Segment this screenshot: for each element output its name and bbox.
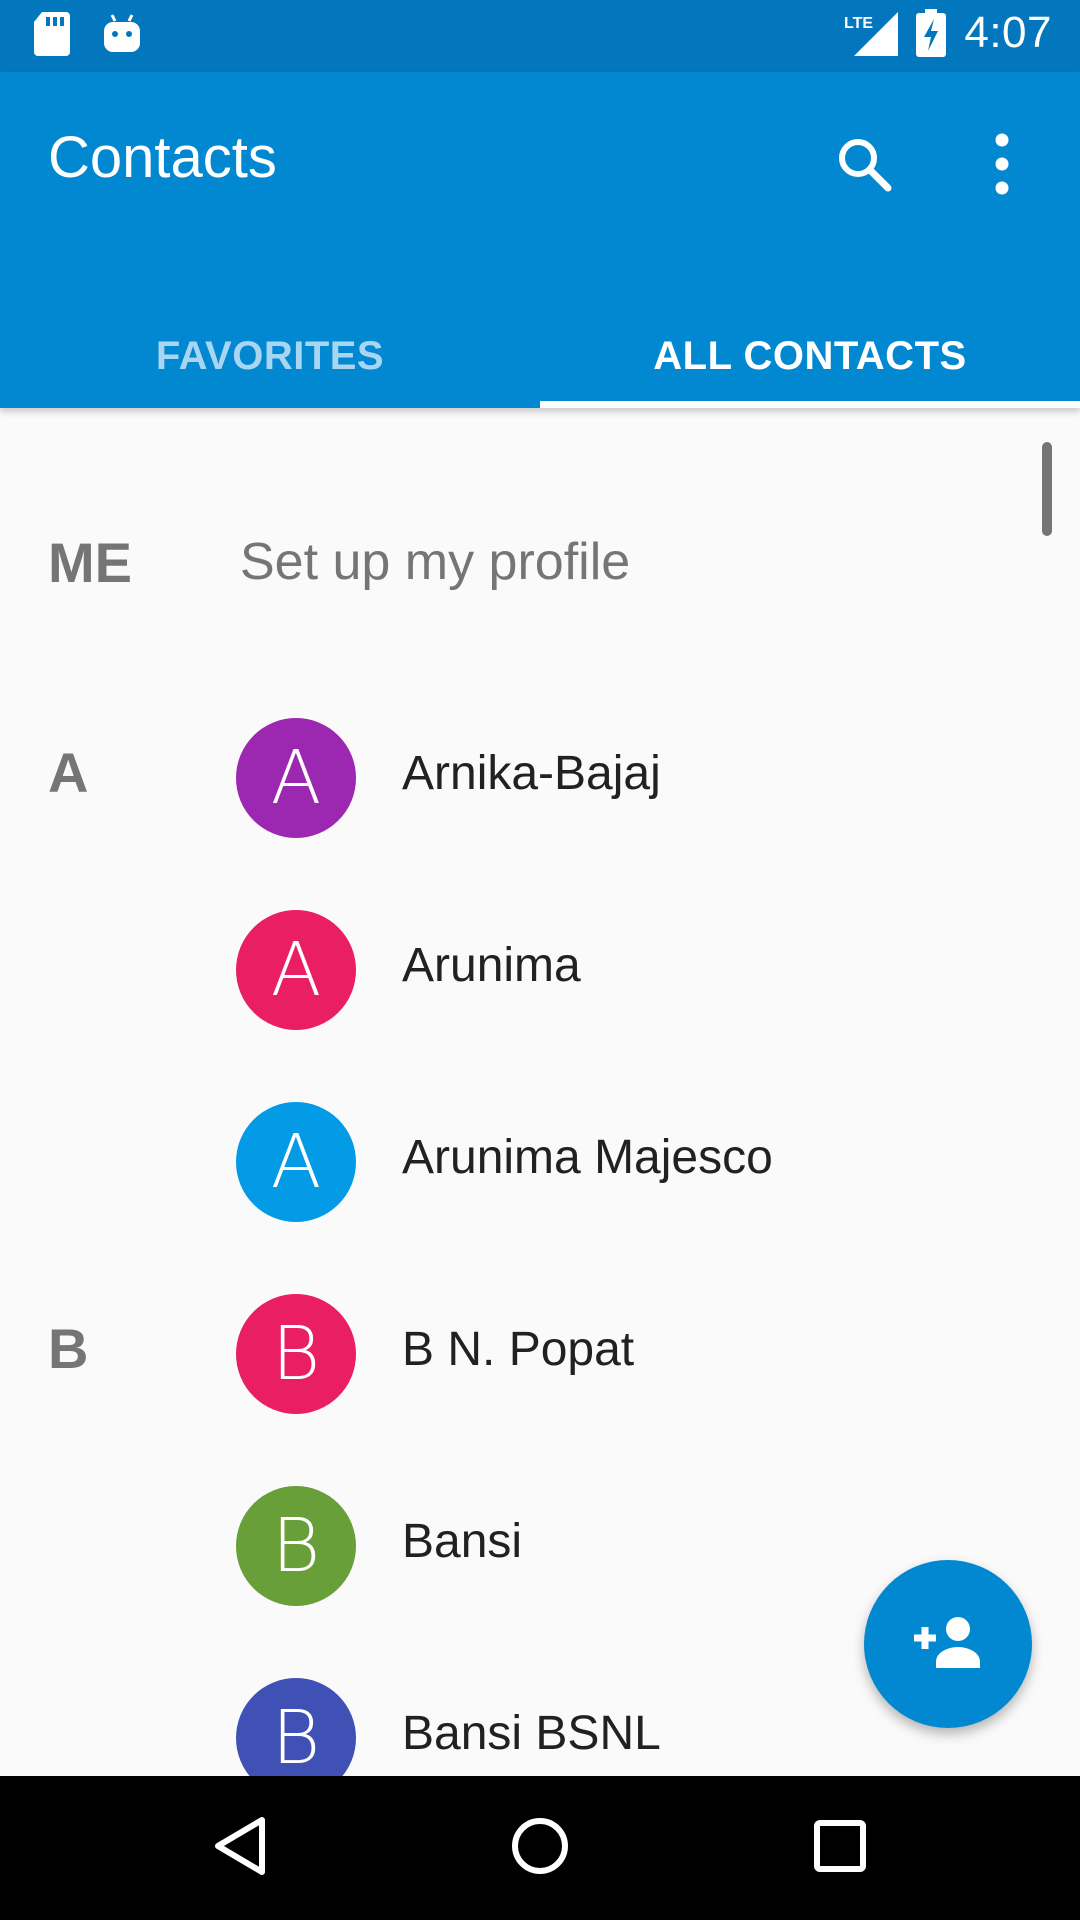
avatar: B — [236, 1294, 356, 1414]
section-header: A — [48, 741, 89, 804]
avatar: B — [236, 1678, 356, 1776]
back-button[interactable] — [200, 1808, 280, 1888]
recents-button[interactable] — [800, 1808, 880, 1888]
contacts-screen: LTE 4:07 Contacts FAVORITES ALL CONTACTS… — [0, 0, 1080, 1920]
avatar: A — [236, 718, 356, 838]
lte-label: LTE — [844, 15, 873, 32]
home-icon — [510, 1816, 570, 1881]
avatar-initial: A — [270, 1119, 322, 1205]
navigation-bar — [0, 1776, 1080, 1920]
tab-all-contacts[interactable]: ALL CONTACTS — [540, 304, 1080, 408]
list-item[interactable]: A Arunima — [0, 874, 1080, 1066]
avatar-initial: A — [270, 735, 322, 821]
avatar-initial: A — [270, 927, 322, 1013]
avatar-initial: B — [271, 1695, 321, 1776]
search-button[interactable] — [814, 116, 914, 216]
add-person-icon — [912, 1616, 984, 1673]
lte-signal-icon: LTE — [844, 10, 899, 56]
android-icon — [104, 14, 140, 54]
search-icon — [834, 134, 894, 199]
contact-name: B N. Popat — [402, 1323, 635, 1376]
avatar: A — [236, 910, 356, 1030]
contact-name: Arunima — [402, 939, 581, 992]
contact-name: Bansi BSNL — [402, 1707, 661, 1760]
more-vert-icon — [992, 132, 1012, 201]
avatar-initial: B — [271, 1503, 321, 1589]
me-label: ME — [48, 531, 132, 594]
status-bar: LTE 4:07 — [0, 0, 1080, 72]
list-item[interactable]: B B B N. Popat — [0, 1258, 1080, 1450]
app-bar: Contacts FAVORITES ALL CONTACTS — [0, 72, 1080, 408]
sd-card-icon — [34, 12, 70, 56]
page-title: Contacts — [48, 125, 277, 190]
tab-bar: FAVORITES ALL CONTACTS — [0, 304, 1080, 408]
avatar-initial: B — [271, 1311, 321, 1397]
recents-icon — [813, 1819, 867, 1878]
contact-name: Arunima Majesco — [402, 1131, 773, 1184]
my-profile-row[interactable]: ME Set up my profile — [0, 508, 1080, 618]
more-options-button[interactable] — [952, 116, 1052, 216]
clock: 4:07 — [964, 8, 1052, 57]
tab-favorites[interactable]: FAVORITES — [0, 304, 540, 408]
list-item[interactable]: A Arunima Majesco — [0, 1066, 1080, 1258]
contact-name: Bansi — [402, 1515, 523, 1568]
home-button[interactable] — [500, 1808, 580, 1888]
battery-charging-icon — [916, 9, 947, 57]
section-header: B — [48, 1317, 89, 1380]
add-contact-button[interactable] — [864, 1560, 1032, 1728]
avatar: A — [236, 1102, 356, 1222]
list-item[interactable]: A A Arnika-Bajaj — [0, 682, 1080, 874]
contact-name: Arnika-Bajaj — [402, 747, 661, 800]
avatar: B — [236, 1486, 356, 1606]
back-icon — [212, 1816, 268, 1881]
setup-profile-text: Set up my profile — [240, 533, 631, 591]
